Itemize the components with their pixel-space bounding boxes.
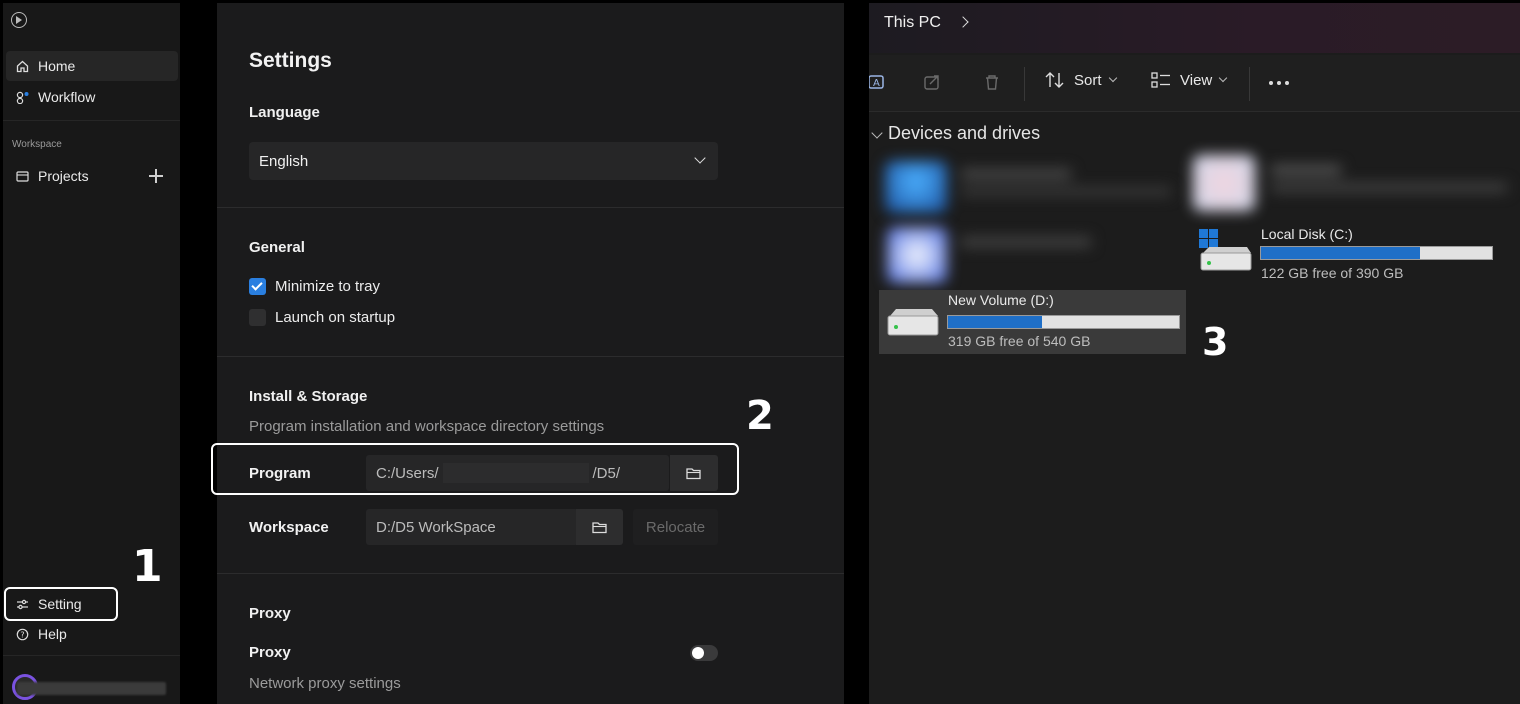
- share-icon[interactable]: [924, 73, 942, 91]
- drive-tile-d[interactable]: New Volume (D:) 319 GB free of 540 GB: [879, 290, 1186, 354]
- section-divider: [217, 573, 844, 574]
- windows-drive-icon: [1199, 229, 1252, 271]
- section-divider: [217, 207, 844, 208]
- chevron-down-icon: [1219, 73, 1228, 83]
- sidebar-divider: [3, 120, 180, 121]
- redacted-drive-tile[interactable]: [881, 223, 1171, 285]
- app-logo-icon: [11, 12, 27, 28]
- sidebar-divider: [3, 655, 180, 656]
- folder-icon: [16, 170, 29, 183]
- svg-text:A: A: [873, 78, 880, 89]
- chevron-down-icon[interactable]: [871, 127, 883, 139]
- sidebar-item-label: Help: [38, 626, 67, 642]
- devices-and-drives-heading[interactable]: Devices and drives: [888, 123, 1040, 144]
- page-title: Settings: [249, 49, 332, 72]
- folder-open-icon: [591, 521, 607, 533]
- home-icon: [16, 60, 29, 73]
- drive-icon: [887, 309, 939, 336]
- language-value: English: [259, 152, 309, 170]
- install-storage-description: Program installation and workspace direc…: [249, 418, 605, 435]
- language-select[interactable]: English: [249, 142, 718, 180]
- launch-on-startup-label: Launch on startup: [275, 309, 396, 326]
- relocate-button[interactable]: Relocate: [633, 509, 718, 545]
- annotation-number-1: 1: [132, 541, 163, 592]
- sidebar-item-workflow[interactable]: Workflow: [6, 82, 178, 112]
- section-divider: [217, 356, 844, 357]
- drive-tile-c[interactable]: Local Disk (C:) 122 GB free of 390 GB: [1193, 221, 1493, 283]
- general-heading: General: [249, 239, 305, 256]
- more-options-icon[interactable]: [1269, 81, 1289, 85]
- workspace-path-value: D:/D5 WorkSpace: [376, 518, 496, 536]
- view-label: View: [1180, 71, 1213, 89]
- drive-usage-fill: [948, 316, 1043, 328]
- workflow-icon: [16, 91, 29, 104]
- redacted-username: [17, 682, 166, 695]
- breadcrumb[interactable]: This PC: [884, 14, 941, 32]
- minimize-to-tray-checkbox[interactable]: [249, 278, 266, 295]
- highlight-box-program: [211, 443, 739, 495]
- install-storage-heading: Install & Storage: [249, 388, 368, 405]
- proxy-toggle[interactable]: [690, 645, 718, 661]
- drive-name: Local Disk (C:): [1261, 226, 1353, 242]
- proxy-heading: Proxy: [249, 605, 291, 622]
- proxy-label: Proxy: [249, 644, 291, 661]
- redacted-drive-tile[interactable]: [1191, 151, 1507, 215]
- explorer-title-bar: [869, 3, 1520, 53]
- proxy-description: Network proxy settings: [249, 675, 401, 692]
- toolbar-separator: [1024, 67, 1025, 101]
- sort-button[interactable]: Sort: [1045, 71, 1117, 89]
- launch-on-startup-checkbox[interactable]: [249, 309, 266, 326]
- annotation-number-3: 3: [1202, 320, 1229, 364]
- delete-icon[interactable]: [983, 73, 1001, 91]
- add-project-icon[interactable]: [149, 169, 163, 183]
- drive-free-space: 122 GB free of 390 GB: [1261, 265, 1404, 281]
- settings-panel: Settings Language English General Minimi…: [217, 3, 844, 704]
- language-heading: Language: [249, 104, 320, 121]
- toolbar-separator: [1249, 67, 1250, 101]
- drive-usage-bar: [947, 315, 1180, 329]
- rename-icon[interactable]: A: [869, 73, 887, 91]
- drive-usage-bar: [1260, 246, 1493, 260]
- chevron-down-icon: [1108, 73, 1117, 83]
- explorer-toolbar: A Sort View: [869, 55, 1520, 112]
- view-icon: [1151, 72, 1170, 88]
- redacted-drive-tile[interactable]: [881, 155, 1171, 215]
- workspace-label: Workspace: [249, 519, 329, 536]
- workspace-browse-button[interactable]: [576, 509, 623, 545]
- workspace-section-label: Workspace: [12, 139, 62, 150]
- minimize-to-tray-label: Minimize to tray: [275, 278, 381, 295]
- sidebar-item-label: Projects: [38, 168, 89, 184]
- chevron-down-icon: [694, 152, 706, 164]
- sidebar-item-label: Home: [38, 58, 76, 74]
- annotation-number-2: 2: [746, 393, 774, 439]
- workspace-path-field[interactable]: D:/D5 WorkSpace: [366, 509, 578, 545]
- drive-name: New Volume (D:): [948, 292, 1054, 308]
- sidebar-item-help[interactable]: ? Help: [6, 619, 178, 649]
- svg-text:?: ?: [20, 630, 24, 639]
- sidebar-item-label: Workflow: [38, 89, 96, 105]
- help-icon: ?: [16, 628, 29, 641]
- sort-label: Sort: [1074, 71, 1102, 89]
- drive-usage-fill: [1261, 247, 1420, 259]
- file-explorer-window: This PC A Sort View Devices and drives L…: [869, 3, 1520, 704]
- view-button[interactable]: View: [1151, 71, 1228, 89]
- drive-free-space: 319 GB free of 540 GB: [948, 333, 1091, 349]
- sidebar-item-home[interactable]: Home: [6, 51, 178, 81]
- sort-icon: [1045, 72, 1064, 88]
- highlight-box-setting: [4, 587, 118, 621]
